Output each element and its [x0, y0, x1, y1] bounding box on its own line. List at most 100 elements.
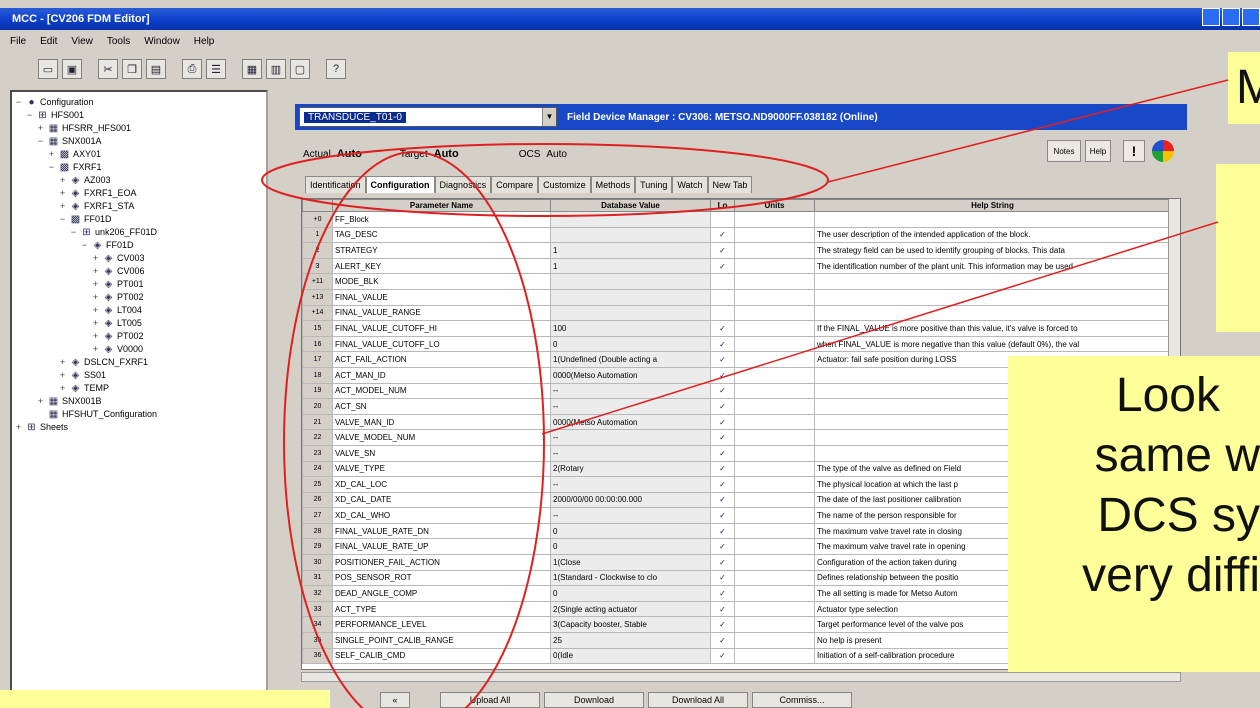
database-value[interactable]: 2000/00/00 00:00:00.000 — [550, 491, 711, 509]
tree-node[interactable]: + ◈ FXRF1_STA — [14, 200, 266, 213]
tree-node[interactable]: + ◈ FXRF1_EOA — [14, 187, 266, 200]
table-row[interactable]: +0 FF_Block — [302, 211, 1171, 228]
tree-node[interactable]: − ▦ SNX001A — [14, 135, 266, 148]
expand-icon[interactable]: + — [36, 122, 45, 135]
column-header[interactable]: Help String — [814, 199, 1171, 212]
tree-node[interactable]: + ▩ AXY01 — [14, 148, 266, 161]
tab-identification[interactable]: Identification — [305, 176, 366, 193]
menu-item-file[interactable]: File — [10, 32, 26, 52]
menu-item-edit[interactable]: Edit — [40, 32, 57, 52]
expand-icon[interactable]: + — [91, 343, 100, 356]
database-value[interactable]: 0000(Metso Automation — [550, 413, 711, 431]
tree-node[interactable]: + ◈ PT002 — [14, 291, 266, 304]
column-header[interactable]: Database Value — [550, 199, 711, 212]
database-value[interactable]: 0(Idle — [550, 647, 711, 665]
database-value[interactable]: 3(Capacity booster, Stable — [550, 616, 711, 634]
database-value[interactable]: 1(Standard - Clockwise to clo — [550, 569, 711, 587]
tab-tuning[interactable]: Tuning — [635, 176, 673, 193]
database-value[interactable]: -- — [550, 382, 711, 400]
database-value[interactable]: -- — [550, 507, 711, 524]
collapse-icon[interactable]: − — [47, 161, 56, 174]
minimize-button[interactable] — [1202, 8, 1220, 26]
tree-node[interactable]: ▦ HFSHUT_Configuration — [14, 408, 266, 421]
tree-node[interactable]: + ◈ CV006 — [14, 265, 266, 278]
horizontal-scrollbar[interactable] — [301, 672, 1181, 682]
table-row[interactable]: +14 FINAL_VALUE_RANGE — [302, 304, 1171, 322]
collapse-icon[interactable]: − — [14, 96, 23, 109]
collapse-icon[interactable]: − — [25, 109, 34, 122]
column-header[interactable]: Lo — [710, 199, 735, 212]
notes-button[interactable]: Notes — [1047, 140, 1081, 162]
database-value[interactable] — [550, 273, 711, 290]
block-selector[interactable]: TRANSDUCE_T01-0 ▼ — [299, 107, 557, 127]
expand-icon[interactable]: + — [91, 252, 100, 265]
tree-node[interactable]: − ⊞ unk206_FF01D — [14, 226, 266, 239]
database-value[interactable]: 0 — [550, 522, 711, 540]
window-icon[interactable]: ▢ — [290, 59, 310, 79]
expand-icon[interactable]: + — [91, 265, 100, 278]
tree-node[interactable]: + ◈ LT004 — [14, 304, 266, 317]
database-value[interactable]: -- — [550, 444, 711, 462]
database-value[interactable]: 2(Rotary — [550, 460, 711, 478]
expand-icon[interactable]: + — [58, 187, 67, 200]
commission-button[interactable]: Commiss... — [752, 692, 852, 708]
tree-node[interactable]: − ▩ FF01D — [14, 213, 266, 226]
help-button[interactable]: Help — [1085, 140, 1111, 162]
database-value[interactable] — [550, 226, 711, 244]
collapse-icon[interactable]: − — [36, 135, 45, 148]
expand-icon[interactable]: + — [58, 369, 67, 382]
database-value[interactable]: 1(Undefined (Double acting a — [550, 351, 711, 368]
tree-node[interactable]: + ◈ V0000 — [14, 343, 266, 356]
table-icon[interactable]: ▥ — [266, 59, 286, 79]
table-row[interactable]: 3 ALERT_KEY 1 ✓ The identification number of… — [302, 257, 1171, 275]
configuration-tree[interactable]: − ● Configuration − ⊞ HFS001 + ▦ HFSRR_HFS001− ▦ S… — [10, 90, 268, 700]
expand-icon[interactable]: + — [91, 304, 100, 317]
tab-configuration[interactable]: Configuration — [365, 176, 435, 193]
database-value[interactable]: -- — [550, 476, 711, 493]
expand-icon[interactable]: + — [58, 382, 67, 395]
menu-item-view[interactable]: View — [71, 32, 93, 52]
tree-node[interactable]: + ◈ DSLCN_FXRF1 — [14, 356, 266, 369]
expand-icon[interactable]: + — [47, 148, 56, 161]
tree-node[interactable]: − ▩ FXRF1 — [14, 161, 266, 174]
database-value[interactable]: 1 — [550, 257, 711, 275]
database-value[interactable] — [550, 304, 711, 322]
cut-icon[interactable]: ✂ — [98, 59, 118, 79]
table-row[interactable]: 16 FINAL_VALUE_CUTOFF_LO 0 ✓ when FINAL_VALU… — [302, 335, 1171, 353]
properties-icon[interactable]: ☰ — [206, 59, 226, 79]
table-row[interactable]: +11 MODE_BLK — [302, 273, 1171, 290]
expand-icon[interactable]: + — [36, 395, 45, 408]
table-row[interactable]: 15 FINAL_VALUE_CUTOFF_HI 100 ✓ If the FINAL_… — [302, 320, 1171, 337]
expand-icon[interactable]: + — [58, 356, 67, 369]
copy-icon[interactable]: ❐ — [122, 59, 142, 79]
tree-node[interactable]: + ◈ LT005 — [14, 317, 266, 330]
tree-node[interactable]: − ◈ FF01D — [14, 239, 266, 252]
collapse-icon[interactable]: − — [69, 226, 78, 239]
menu-item-window[interactable]: Window — [144, 32, 180, 52]
download-all-button[interactable]: Download All — [648, 692, 748, 708]
expand-icon[interactable]: + — [91, 291, 100, 304]
tree-node[interactable]: + ◈ PT002 — [14, 330, 266, 343]
expand-icon[interactable]: + — [58, 174, 67, 187]
database-value[interactable]: 25 — [550, 632, 711, 649]
close-button[interactable] — [1242, 8, 1260, 26]
tree-node[interactable]: + ◈ TEMP — [14, 382, 266, 395]
scroll-left-button[interactable]: « — [380, 692, 410, 708]
database-value[interactable] — [550, 288, 711, 306]
database-value[interactable]: -- — [550, 398, 711, 415]
tree-node[interactable]: + ▦ HFSRR_HFS001 — [14, 122, 266, 135]
expand-icon[interactable]: + — [91, 317, 100, 330]
tree-node[interactable]: + ◈ CV003 — [14, 252, 266, 265]
tree-node[interactable]: + ◈ PT001 — [14, 278, 266, 291]
grid-icon[interactable]: ▦ — [242, 59, 262, 79]
expand-icon[interactable]: + — [58, 200, 67, 213]
tree-node[interactable]: − ⊞ HFS001 — [14, 109, 266, 122]
expand-icon[interactable]: + — [91, 330, 100, 343]
table-row[interactable]: +13 FINAL_VALUE — [302, 288, 1171, 306]
collapse-icon[interactable]: − — [58, 213, 67, 226]
database-value[interactable]: 0000(Metso Automation — [550, 366, 711, 384]
database-value[interactable]: 2(Single acting actuator — [550, 600, 711, 618]
help-icon[interactable]: ? — [326, 59, 346, 79]
database-value[interactable]: 1(Close — [550, 554, 711, 571]
exclamation-icon[interactable]: ! — [1123, 140, 1145, 162]
